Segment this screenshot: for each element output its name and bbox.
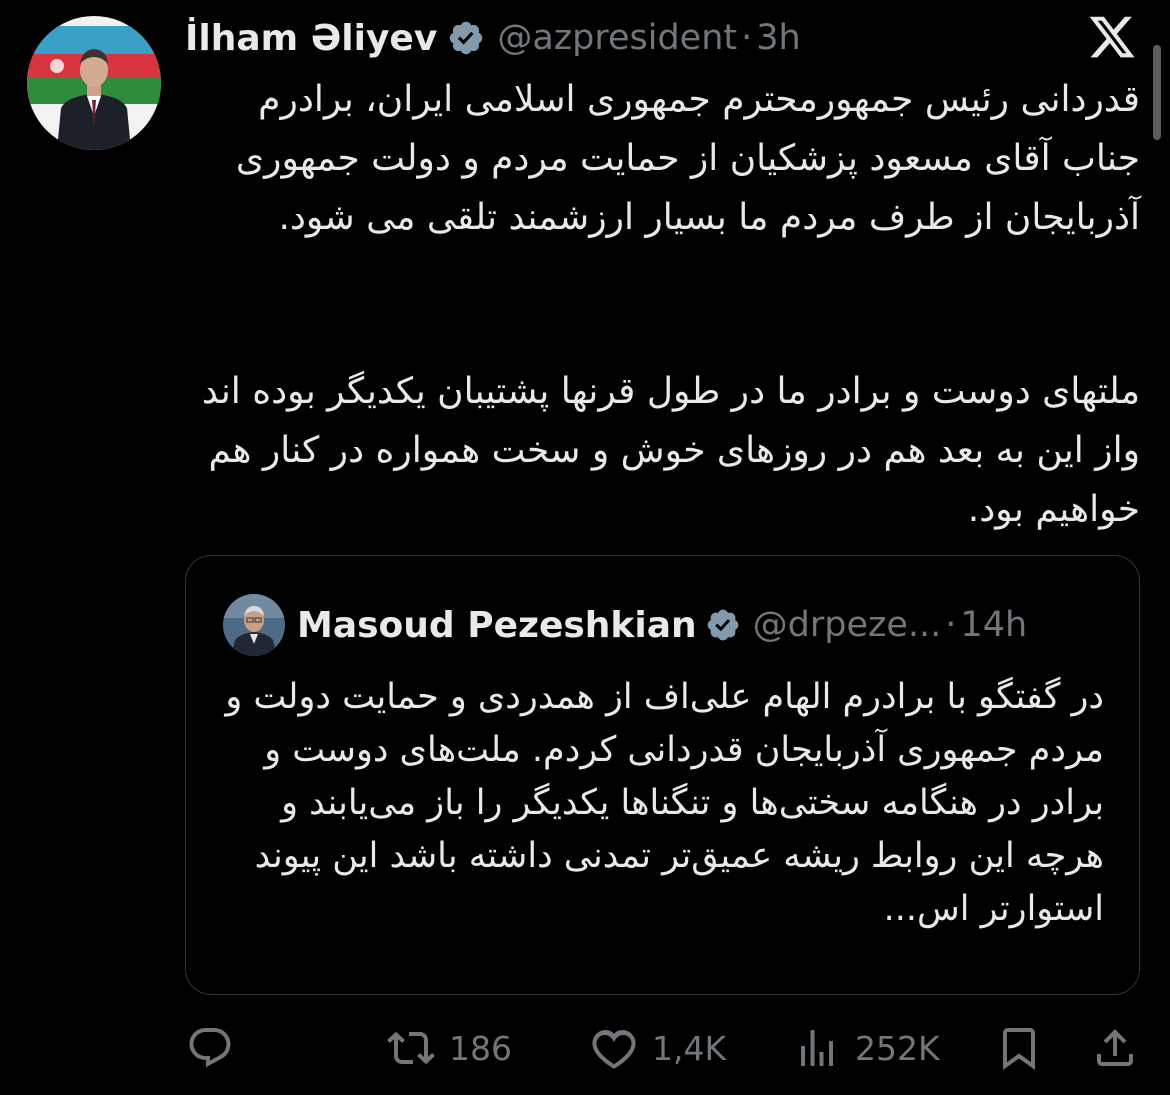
reply-icon: [189, 1028, 231, 1068]
views-icon: [801, 1030, 833, 1066]
quoted-tweet-card[interactable]: Masoud Pezeshkian @drpeze... · 14h در گف…: [185, 555, 1140, 995]
author-name[interactable]: İlham Əliyev: [185, 18, 437, 59]
tweet-action-bar: 186 1,4K 252K: [0, 1015, 1170, 1081]
views-button[interactable]: 252K: [793, 1015, 940, 1081]
separator-dot: ·: [741, 18, 753, 58]
tweet-text-paragraph-2: ملتهای دوست و برادر ما در طول قرنها پشتی…: [201, 371, 1140, 530]
tweet-header: İlham Əliyev @azpresident · 3h: [185, 10, 801, 66]
author-avatar[interactable]: [27, 16, 161, 150]
heart-icon: [592, 1029, 636, 1069]
share-icon: [1097, 1029, 1133, 1066]
author-avatar-image: [27, 16, 161, 150]
quoted-separator-dot: ·: [945, 605, 957, 645]
quoted-tweet-text: در گفتگو با برادرم الهام علی‌اف از همدرد…: [225, 677, 1104, 929]
like-count: 1,4K: [652, 1028, 727, 1068]
quoted-author-avatar[interactable]: [223, 594, 285, 656]
author-handle[interactable]: @azpresident: [497, 18, 737, 58]
repost-button[interactable]: 186: [387, 1015, 512, 1081]
tweet-text-paragraph-1: قدردانی رئیس جمهورمحترم جمهوری اسلامی ای…: [235, 79, 1140, 238]
tweet-time[interactable]: 3h: [756, 18, 800, 58]
share-button[interactable]: [1091, 1015, 1139, 1081]
quoted-author-handle[interactable]: @drpeze...: [753, 605, 942, 645]
repost-count: 186: [449, 1028, 512, 1068]
reply-button[interactable]: [186, 1015, 234, 1081]
scrollbar[interactable]: [1153, 45, 1161, 140]
like-button[interactable]: 1,4K: [590, 1015, 726, 1081]
repost-icon: [387, 1031, 435, 1065]
quoted-author-name[interactable]: Masoud Pezeshkian: [297, 605, 697, 646]
verified-badge-icon: [707, 609, 739, 641]
verified-badge-icon: [450, 21, 483, 55]
x-logo-icon[interactable]: [1087, 12, 1137, 62]
quoted-avatar-image: [223, 594, 285, 656]
quoted-tweet-header: Masoud Pezeshkian @drpeze... · 14h: [297, 596, 1027, 654]
views-count: 252K: [855, 1028, 940, 1068]
bookmark-icon: [1003, 1028, 1035, 1070]
bookmark-button[interactable]: [995, 1015, 1043, 1081]
quoted-tweet-time[interactable]: 14h: [960, 605, 1027, 645]
